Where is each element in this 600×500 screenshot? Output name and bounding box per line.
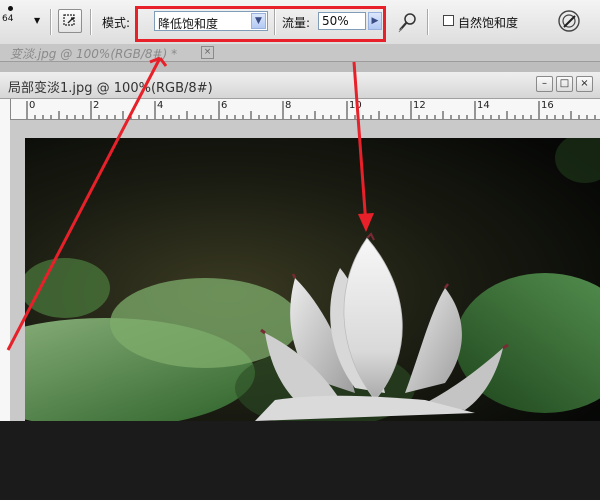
lotus-image — [25, 138, 600, 421]
annotation-highlight-box — [135, 6, 386, 42]
document-tab-bar: 变淡.jpg @ 100%(RGB/8#) * × — [0, 44, 600, 62]
ruler-label: 12 — [413, 100, 426, 111]
ruler-label: 2 — [93, 100, 99, 111]
airbrush-button[interactable] — [58, 9, 82, 33]
ruler-label: 16 — [541, 100, 554, 111]
ruler-label: 6 — [221, 100, 227, 111]
document-title: 局部变淡1.jpg @ 100%(RGB/8#) — [8, 81, 213, 96]
background-ruler — [0, 62, 600, 72]
mode-label: 模式: — [102, 16, 131, 30]
tablet-pressure-button[interactable] — [395, 8, 421, 34]
close-icon[interactable]: × — [201, 46, 214, 59]
brush-pressure-button[interactable] — [556, 8, 582, 34]
separator — [90, 9, 92, 35]
minimize-button[interactable]: – — [536, 76, 553, 92]
tablet-pressure-icon — [398, 13, 416, 33]
document-titlebar[interactable]: 局部变淡1.jpg @ 100%(RGB/8#) – □ × — [0, 72, 600, 99]
brush-preset-icon — [8, 6, 13, 11]
airbrush-icon — [63, 14, 75, 26]
separator — [427, 9, 429, 35]
tab-inactive-document[interactable]: 变淡.jpg @ 100%(RGB/8#) * — [10, 45, 177, 62]
ruler-label: 0 — [29, 100, 35, 111]
brush-pressure-icon — [558, 10, 580, 32]
ruler-label: 4 — [157, 100, 163, 111]
horizontal-ruler[interactable]: 0 2 4 6 8 10 12 14 16 — [10, 99, 600, 120]
brush-preset-picker[interactable]: 64 — [2, 6, 32, 38]
ruler-ticks: 0 2 4 6 8 10 12 14 16 — [26, 100, 596, 119]
vibrance-checkbox[interactable] — [443, 15, 454, 26]
restore-button[interactable]: □ — [556, 76, 573, 92]
close-button[interactable]: × — [576, 76, 593, 92]
options-bar: 64 ▼ 模式: 降低饱和度 ▼ 流量: 50% ▶ 自然饱和度 — [0, 0, 600, 45]
vibrance-label: 自然饱和度 — [458, 16, 519, 30]
brush-size-value: 64 — [2, 14, 14, 24]
document-window: 局部变淡1.jpg @ 100%(RGB/8#) – □ × 0 2 4 6 8 10 12… — [0, 72, 600, 421]
lotus-photo[interactable] — [25, 138, 600, 421]
ruler-label: 8 — [285, 100, 291, 111]
separator — [50, 9, 52, 35]
chevron-down-icon[interactable]: ▼ — [34, 16, 40, 25]
ruler-label: 14 — [477, 100, 490, 111]
ruler-label: 10 — [349, 100, 362, 111]
canvas-area — [10, 120, 600, 421]
